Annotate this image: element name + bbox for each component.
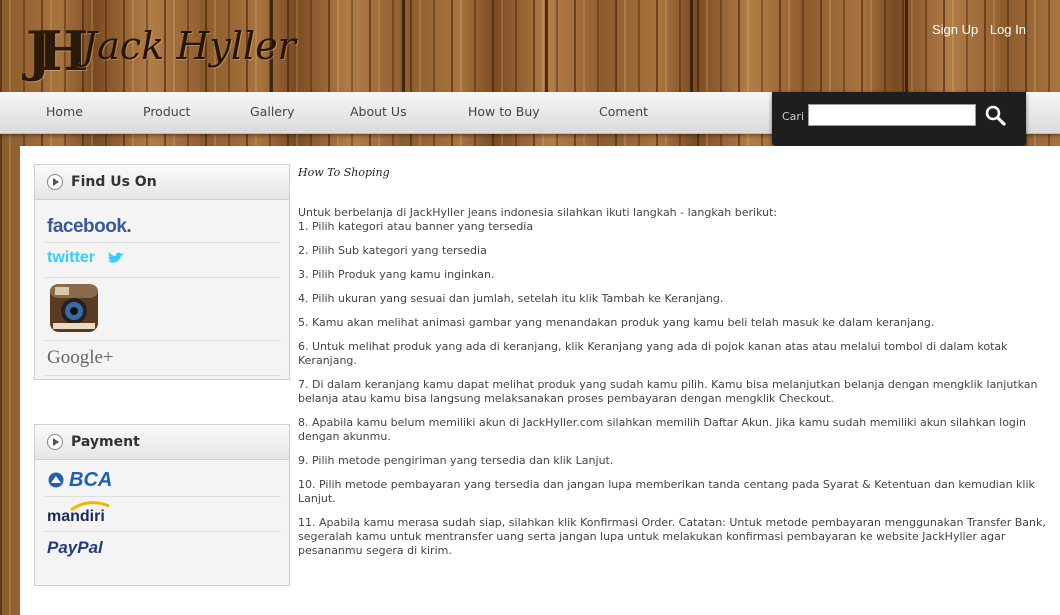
nav-coment[interactable]: Coment [599,104,648,119]
payment-box: Payment BCA mandiri PayPal [34,424,290,586]
find-us-box: Find Us On facebook. twitter Google+ [34,164,290,380]
article-step-10: 10. Pilih metode pembayaran yang tersedi… [298,478,1035,505]
content-area: Find Us On facebook. twitter Google+ Pay… [20,146,1060,615]
search-input[interactable] [808,104,976,126]
instagram-link[interactable] [43,278,281,341]
search-panel: Cari [772,92,1026,146]
twitter-bird-icon [108,252,124,263]
search-label: Cari [782,110,804,123]
twitter-logo: twitter [47,249,95,266]
logo-wordmark: Jack Hyller [82,24,296,68]
twitter-link[interactable]: twitter [43,243,281,278]
article-heading: How To Shoping [298,166,390,179]
bca-logo: BCA [69,469,113,491]
site-logo[interactable]: JH Jack Hyller [12,10,296,90]
paypal-logo-row: PayPal [43,532,281,566]
article-intro: Untuk berbelanja di JackHyller jeans ind… [298,206,778,219]
google-plus-link[interactable]: Google+ [43,341,281,376]
bca-emblem-icon [48,472,64,488]
article-step-9: 9. Pilih metode pengiriman yang tersedia… [298,454,614,467]
article-step-3: 3. Pilih Produk yang kamu inginkan. [298,268,495,281]
nav-gallery[interactable]: Gallery [250,104,295,119]
bca-logo-row: BCA [43,460,281,497]
payment-title: Payment [71,434,140,450]
mandiri-logo: mandiri [47,508,105,525]
instagram-icon [50,284,98,332]
article-step-6: 6. Untuk melihat produk yang ada di kera… [298,340,1008,367]
find-us-title: Find Us On [71,174,157,190]
auth-links: Sign Up Log In [924,22,1026,37]
how-to-buy-article: How To Shoping Untuk berbelanja di JackH… [298,166,1048,568]
login-link[interactable]: Log In [990,22,1026,37]
article-step-7: 7. Di dalam keranjang kamu dapat melihat… [298,378,1038,405]
play-arrow-icon [47,174,63,190]
paypal-logo: PayPal [47,538,103,557]
find-us-header: Find Us On [35,165,289,200]
article-step-2: 2. Pilih Sub kategori yang tersedia [298,244,487,257]
facebook-link[interactable]: facebook. [43,200,281,243]
article-step-4: 4. Pilih ukuran yang sesuai dan jumlah, … [298,292,724,305]
facebook-logo: facebook. [47,216,132,237]
magnifier-icon [985,105,1006,126]
logo-monogram: JH [26,19,89,83]
mandiri-logo-row: mandiri [43,497,281,532]
nav-how-to-buy[interactable]: How to Buy [468,104,540,119]
article-step-5: 5. Kamu akan melihat animasi gambar yang… [298,316,935,329]
nav-home[interactable]: Home [46,104,83,119]
search-button[interactable] [980,100,1010,130]
article-step-8: 8. Apabila kamu belum memiliki akun di J… [298,416,1026,443]
nav-product[interactable]: Product [143,104,190,119]
nav-about-us[interactable]: About Us [350,104,407,119]
article-step-1: 1. Pilih kategori atau banner yang terse… [298,220,534,233]
play-arrow-icon [47,434,63,450]
payment-header: Payment [35,425,289,460]
google-plus-logo: Google+ [47,347,114,368]
article-step-11: 11. Apabila kamu merasa sudah siap, sila… [298,516,1046,557]
signup-link[interactable]: Sign Up [932,22,978,37]
